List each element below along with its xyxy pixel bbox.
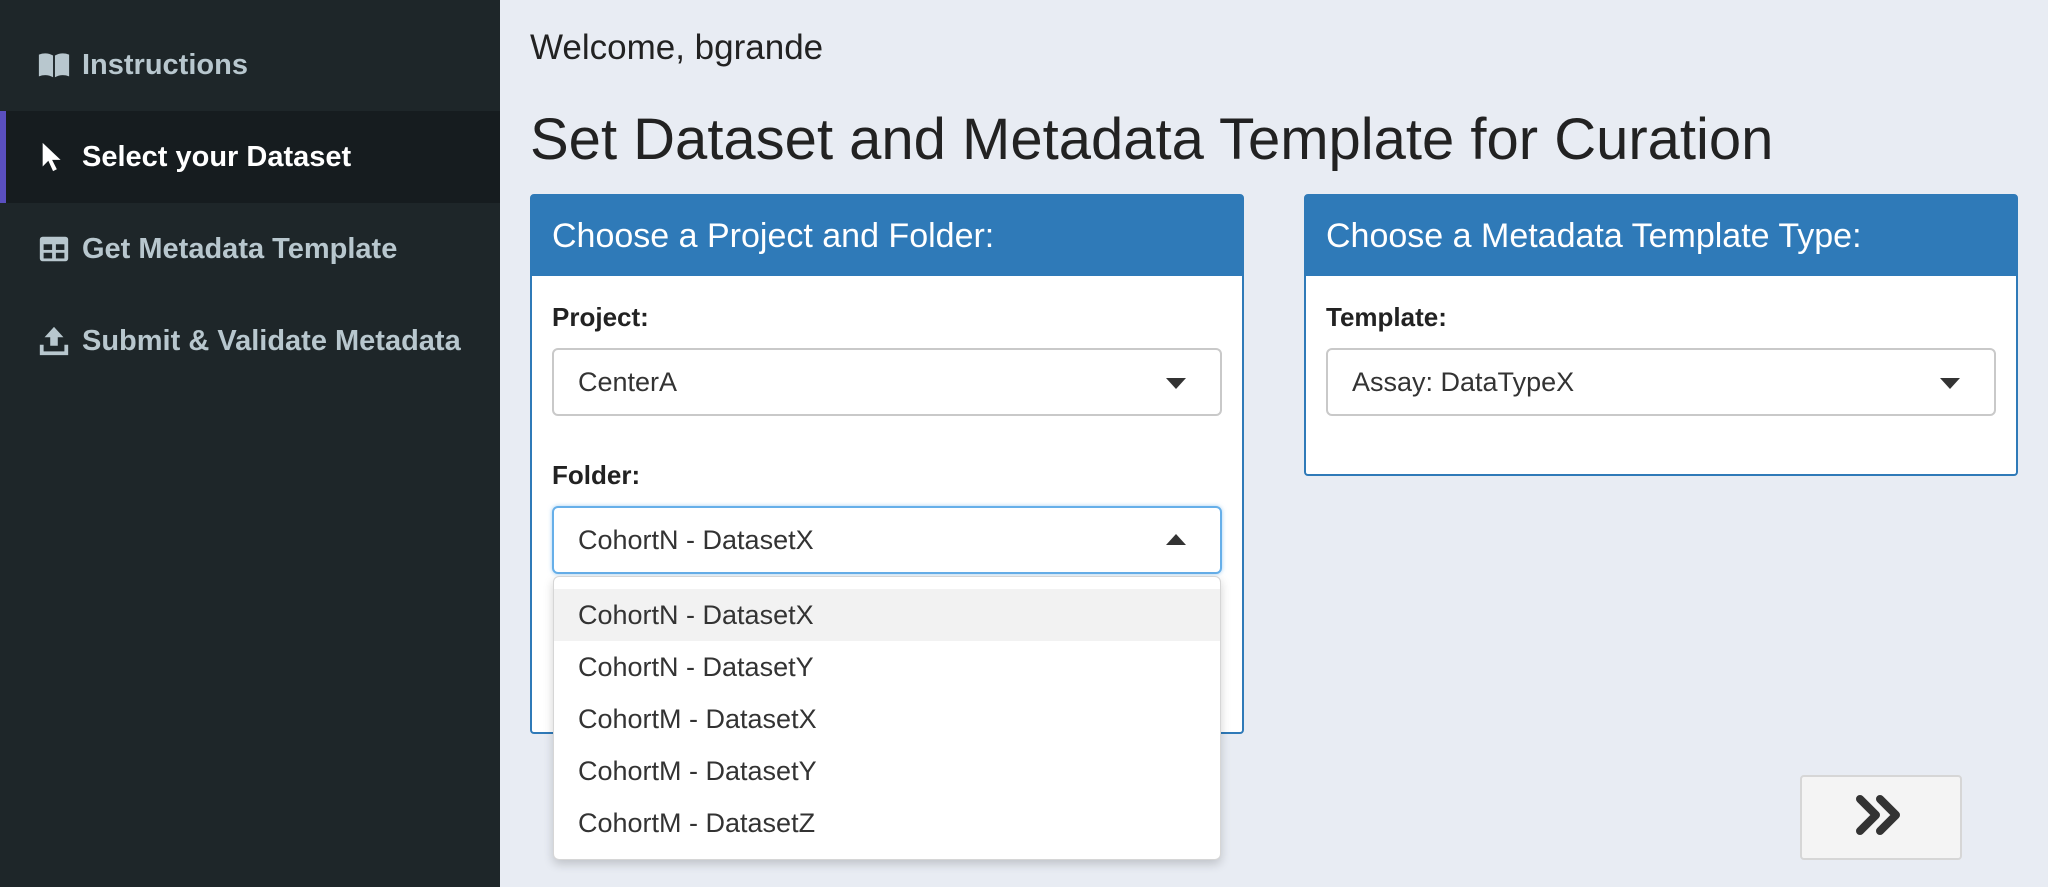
upload-icon <box>36 323 72 359</box>
template-box-title: Choose a Metadata Template Type: <box>1306 196 2016 276</box>
sidebar-item-select-dataset[interactable]: Select your Dataset <box>0 111 500 203</box>
sidebar-item-label: Select your Dataset <box>82 140 352 173</box>
page-title: Set Dataset and Metadata Template for Cu… <box>530 107 1774 172</box>
folder-option[interactable]: CohortM - DatasetY <box>554 745 1220 797</box>
table-icon <box>36 231 72 267</box>
folder-option[interactable]: CohortN - DatasetY <box>554 641 1220 693</box>
chevron-up-icon <box>1166 534 1186 545</box>
folder-dropdown-menu: CohortN - DatasetX CohortN - DatasetY Co… <box>553 576 1221 860</box>
template-select-value: Assay: DataTypeX <box>1352 366 1575 397</box>
template-select[interactable]: Assay: DataTypeX <box>1326 348 1996 416</box>
chevron-down-icon <box>1166 378 1186 389</box>
folder-select-value: CohortN - DatasetX <box>578 524 814 555</box>
sidebar-item-instructions[interactable]: Instructions <box>0 19 500 111</box>
folder-option[interactable]: CohortM - DatasetZ <box>554 797 1220 849</box>
folder-option[interactable]: CohortM - DatasetX <box>554 693 1220 745</box>
sidebar-item-label: Submit & Validate Metadata <box>82 324 461 357</box>
book-icon <box>36 47 72 83</box>
project-label: Project: <box>552 302 649 332</box>
project-select-value: CenterA <box>578 366 678 397</box>
pointer-icon <box>36 139 72 175</box>
folder-select[interactable]: CohortN - DatasetX <box>552 506 1222 574</box>
welcome-text: Welcome, bgrande <box>530 28 824 67</box>
folder-label: Folder: <box>552 460 641 490</box>
double-chevron-right-icon <box>1856 795 1906 840</box>
template-box: Choose a Metadata Template Type: Templat… <box>1304 194 2018 476</box>
sidebar-item-get-template[interactable]: Get Metadata Template <box>0 203 500 295</box>
sidebar: Instructions Select your Dataset Get Met… <box>0 0 500 887</box>
sidebar-item-submit-validate[interactable]: Submit & Validate Metadata <box>0 295 500 387</box>
chevron-down-icon <box>1940 378 1960 389</box>
project-select[interactable]: CenterA <box>552 348 1222 416</box>
project-folder-box-title: Choose a Project and Folder: <box>532 196 1242 276</box>
folder-option[interactable]: CohortN - DatasetX <box>554 589 1220 641</box>
next-button[interactable] <box>1800 775 1962 860</box>
template-label: Template: <box>1326 302 1447 332</box>
sidebar-item-label: Instructions <box>82 48 248 81</box>
sidebar-item-label: Get Metadata Template <box>82 232 398 265</box>
